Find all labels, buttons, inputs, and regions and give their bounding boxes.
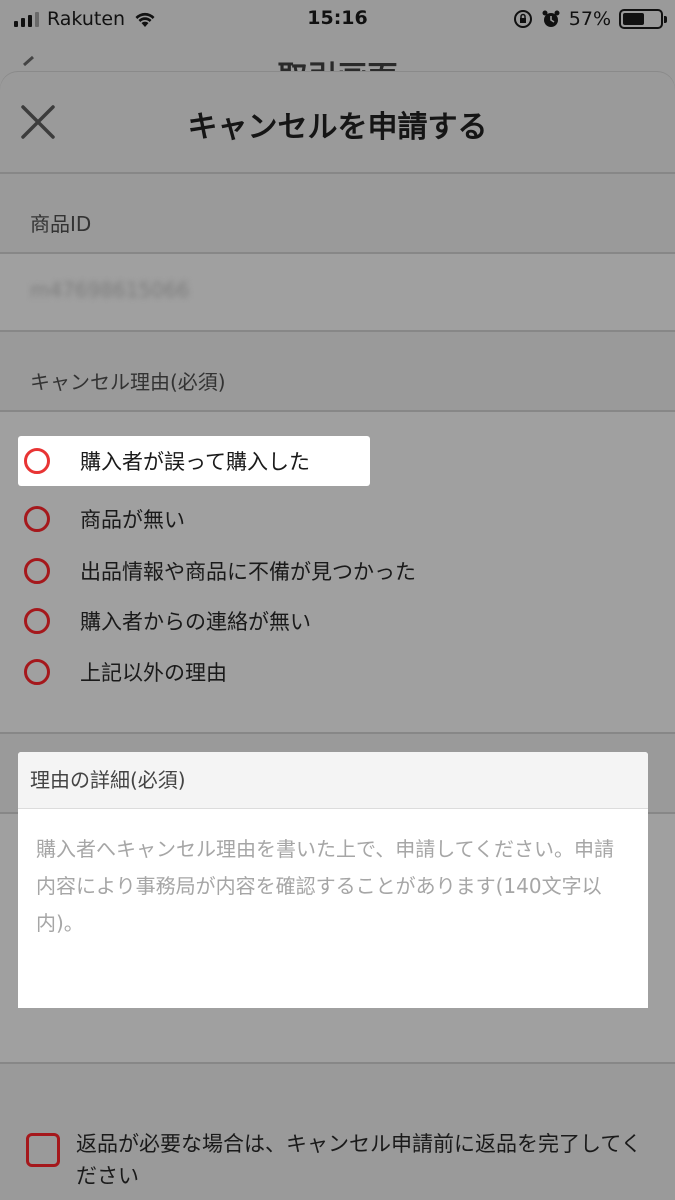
battery-level (623, 13, 644, 25)
sheet-title: キャンセルを申請する (187, 110, 488, 145)
reason-detail-field: 理由の詳細(必須) (18, 752, 648, 1008)
reason-option-label: 商品が無い (80, 508, 185, 532)
reason-option-label: 上記以外の理由 (80, 661, 227, 685)
reason-detail-label: 理由の詳細(必須) (18, 752, 648, 809)
return-checkbox[interactable] (26, 1133, 60, 1167)
product-id-label: 商品ID (30, 212, 92, 236)
reason-option-no-contact[interactable]: 購入者からの連絡が無い (18, 596, 311, 646)
reason-option-other[interactable]: 上記以外の理由 (18, 647, 227, 697)
battery-percent: 57% (568, 8, 611, 30)
reason-option-label: 出品情報や商品に不備が見つかった (80, 560, 416, 584)
return-confirmation[interactable]: 返品が必要な場合は、キャンセル申請前に返品を完了してください (26, 1128, 656, 1192)
sheet-header: キャンセルを申請する (0, 72, 675, 174)
behind-page-title: 取引画面 (0, 52, 675, 74)
status-right: 57% (513, 8, 667, 30)
radio-button[interactable] (24, 558, 50, 584)
reason-option-listing-defect[interactable]: 出品情報や商品に不備が見つかった (18, 546, 416, 596)
battery-icon (619, 9, 667, 29)
radio-button[interactable] (24, 506, 50, 532)
status-bar: Rakuten 15:16 57% (0, 0, 675, 40)
radio-button[interactable] (24, 448, 50, 474)
rotation-lock-icon (513, 10, 532, 28)
reason-option-label: 購入者からの連絡が無い (80, 610, 311, 634)
alarm-icon (542, 10, 560, 27)
reason-detail-textarea[interactable] (18, 809, 648, 1008)
product-id-value: m47698615066 (30, 278, 190, 302)
reason-option-mistaken-purchase[interactable]: 購入者が誤って購入した (18, 436, 370, 486)
return-checkbox-label: 返品が必要な場合は、キャンセル申請前に返品を完了してください (76, 1132, 642, 1188)
product-id-field: m47698615066 (0, 252, 675, 332)
reason-option-no-item[interactable]: 商品が無い (18, 494, 185, 544)
radio-button[interactable] (24, 659, 50, 685)
radio-button[interactable] (24, 608, 50, 634)
cancel-reason-radio-group: 購入者が誤って購入した 商品が無い 出品情報や商品に不備が見つかった 購入者から… (0, 410, 675, 734)
cancel-reason-label: キャンセル理由(必須) (30, 370, 226, 394)
reason-option-label: 購入者が誤って購入した (80, 450, 310, 474)
